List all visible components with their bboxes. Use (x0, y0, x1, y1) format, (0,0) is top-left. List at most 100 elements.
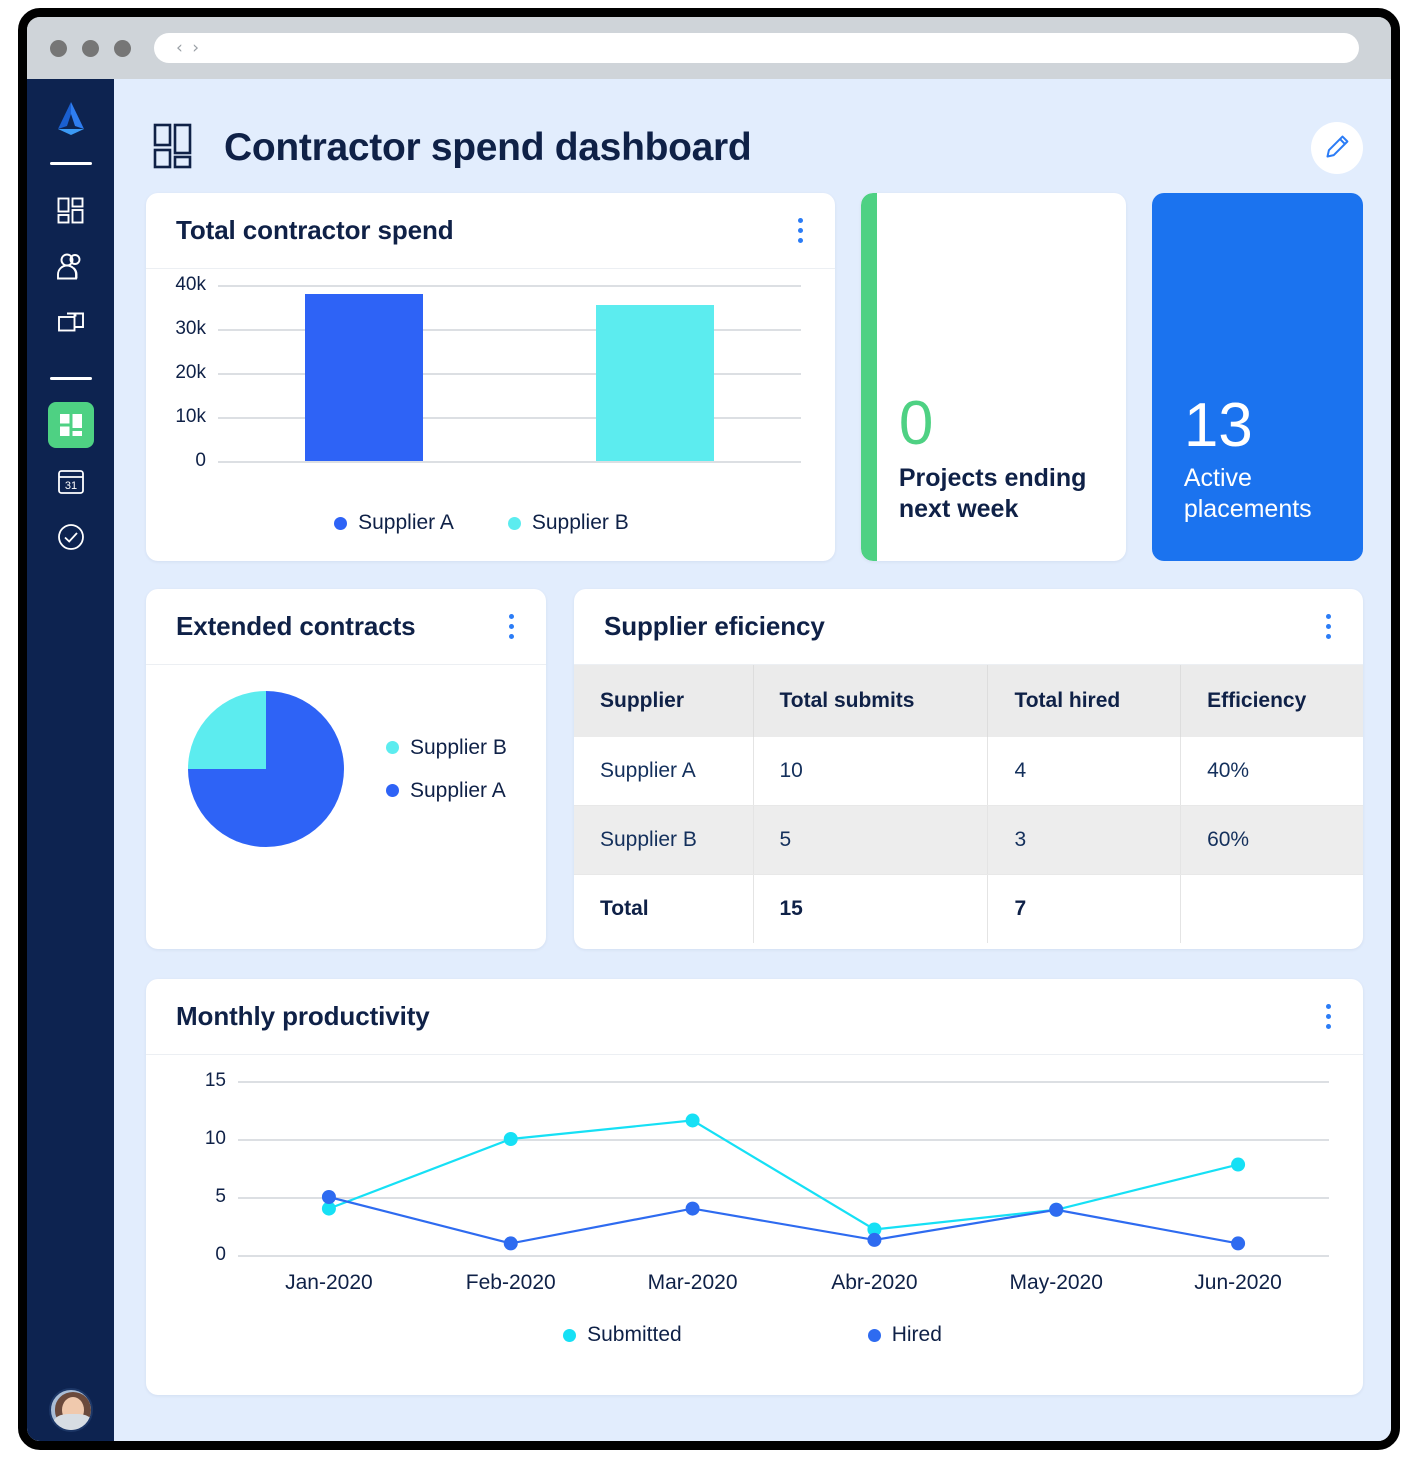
legend-color-dot (334, 516, 348, 530)
kpi-value: 13 (1183, 390, 1253, 460)
bar-slot (218, 285, 509, 461)
table-row[interactable]: Supplier A 10 4 40% (574, 737, 1363, 806)
y-axis-tick: 20k (175, 362, 206, 383)
table-cell: 15 (753, 874, 989, 943)
legend-color-dot (507, 516, 521, 530)
page-title: Contractor spend dashboard (224, 126, 752, 169)
x-axis-tick: Jun-2020 (1194, 1271, 1282, 1294)
sidebar-item-dashboard-grid[interactable] (48, 187, 94, 233)
avatar-scarf (53, 1414, 91, 1430)
data-point-submitted[interactable] (503, 1132, 518, 1146)
dashboard-canvas: Contractor spend dashboard Total contrac (114, 79, 1391, 1441)
column-header-efficiency[interactable]: Efficiency (1180, 665, 1363, 737)
y-axis-tick: 5 (215, 1186, 226, 1207)
legend-color-dot (563, 1328, 577, 1342)
pie-chart: Supplier B Supplier A (146, 665, 546, 847)
y-axis-tick: 10 (204, 1128, 226, 1149)
column-header-total-hired[interactable]: Total hired (987, 665, 1182, 737)
y-axis-tick: 0 (195, 450, 206, 471)
bar-chart: 40k 30k 20k 10k 0 Supplier A Supplier B (146, 269, 835, 559)
nav-chevrons-icon[interactable]: ‹ › (176, 38, 201, 58)
legend-item-supplier-a[interactable]: Supplier A (334, 511, 454, 535)
bar-chart-legend: Supplier A Supplier B (154, 511, 809, 535)
kpi-label: Active placements (1183, 463, 1312, 523)
legend-item-submitted[interactable]: Submitted (563, 1323, 682, 1347)
sidebar-divider-top (49, 162, 92, 165)
bar-supplier-b[interactable] (596, 304, 715, 461)
data-point-hired[interactable] (1231, 1236, 1246, 1251)
table-cell: Total (574, 874, 754, 943)
table-cell: 40% (1180, 737, 1363, 806)
legend-item-supplier-a[interactable]: Supplier A (386, 779, 507, 803)
card-header: Monthly productivity (146, 979, 1363, 1055)
table-row[interactable]: Supplier B 5 3 60% (574, 805, 1363, 875)
user-avatar[interactable] (48, 1388, 93, 1432)
card-title: Total contractor spend (176, 215, 454, 245)
legend-item-hired[interactable]: Hired (867, 1323, 942, 1347)
card-title: Extended contracts (176, 611, 416, 641)
card-extended-contracts: Extended contracts Supplier B Supplier A (146, 589, 546, 949)
sidebar-item-tasks[interactable] (48, 514, 94, 560)
data-point-hired[interactable] (321, 1190, 336, 1204)
card-header: Extended contracts (146, 589, 546, 665)
calendar-day-number: 31 (64, 480, 76, 492)
kebab-menu-icon[interactable] (1316, 996, 1341, 1037)
data-point-hired[interactable] (685, 1201, 700, 1216)
table-cell: 60% (1180, 805, 1363, 875)
legend-item-supplier-b[interactable]: Supplier B (507, 511, 629, 535)
pie-chart-graphic[interactable] (188, 691, 344, 847)
url-bar[interactable]: ‹ › (154, 33, 1359, 63)
data-point-submitted[interactable] (685, 1113, 700, 1128)
x-axis-tick: Mar-2020 (647, 1271, 738, 1294)
bar-supplier-a[interactable] (304, 293, 423, 461)
kebab-menu-icon[interactable] (788, 210, 813, 251)
table-cell: 7 (987, 874, 1182, 943)
card-supplier-efficiency: Supplier eficiency Supplier Total submit… (574, 589, 1363, 949)
kpi-value: 0 (898, 388, 934, 458)
browser-window: ‹ › 31 Contractor spend dashboard Total … (18, 8, 1400, 1450)
legend-label: Supplier A (358, 511, 454, 534)
edit-dashboard-button[interactable] (1311, 122, 1363, 174)
sidebar: 31 (27, 79, 114, 1441)
page-header: Contractor spend dashboard (146, 105, 1363, 191)
card-monthly-productivity: Monthly productivity 15 10 5 0 Jan-2020 … (146, 979, 1363, 1395)
status-accent-bar (860, 193, 877, 561)
table-header-row: Supplier Total submits Total hired Effic… (574, 665, 1363, 737)
kebab-menu-icon[interactable] (499, 606, 524, 647)
card-projects-ending-next-week: 0 Projects ending next week (860, 193, 1126, 561)
y-axis-tick: 15 (204, 1070, 226, 1091)
maximize-window-button[interactable] (114, 39, 131, 57)
sidebar-item-dashboards[interactable] (47, 402, 94, 448)
minimize-window-button[interactable] (82, 39, 99, 57)
pencil-icon (1324, 134, 1350, 163)
window-controls (50, 39, 131, 57)
pie-chart-legend: Supplier B Supplier A (386, 736, 507, 803)
column-header-supplier[interactable]: Supplier (574, 665, 754, 737)
column-header-total-submits[interactable]: Total submits (753, 665, 989, 737)
kebab-menu-icon[interactable] (1316, 606, 1341, 647)
card-header: Supplier eficiency (574, 589, 1363, 665)
bar-chart-plot-area: 40k 30k 20k 10k 0 (175, 274, 801, 477)
card-total-contractor-spend: Total contractor spend 40k 30k 20k 10k 0… (146, 193, 835, 561)
legend-label: Supplier B (531, 511, 629, 534)
supplier-efficiency-table: Supplier Total submits Total hired Effic… (574, 665, 1363, 943)
x-axis-labels: Jan-2020 Feb-2020 Mar-2020 Abr-2020 May-2020… (238, 1271, 1329, 1295)
app-logo-icon[interactable] (50, 98, 92, 140)
dashboard-layout-icon (152, 122, 200, 175)
legend-item-supplier-b[interactable]: Supplier B (386, 736, 507, 760)
data-point-hired[interactable] (1049, 1202, 1064, 1217)
card-title: Monthly productivity (176, 1001, 430, 1031)
table-row[interactable]: Total 15 7 (574, 874, 1363, 943)
data-point-hired[interactable] (867, 1232, 882, 1247)
legend-label: Submitted (587, 1323, 682, 1346)
y-axis-tick: 0 (215, 1244, 226, 1265)
close-window-button[interactable] (50, 39, 67, 57)
sidebar-item-folders[interactable] (48, 299, 94, 345)
legend-color-dot (386, 741, 399, 754)
table-cell: 5 (753, 805, 989, 875)
data-point-hired[interactable] (503, 1236, 518, 1251)
sidebar-item-calendar[interactable]: 31 (48, 458, 94, 504)
table-body: Supplier A 10 4 40% Supplier B 5 3 60% Total 15 7 (574, 737, 1363, 943)
data-point-submitted[interactable] (1231, 1157, 1246, 1172)
sidebar-item-people[interactable] (48, 243, 94, 289)
